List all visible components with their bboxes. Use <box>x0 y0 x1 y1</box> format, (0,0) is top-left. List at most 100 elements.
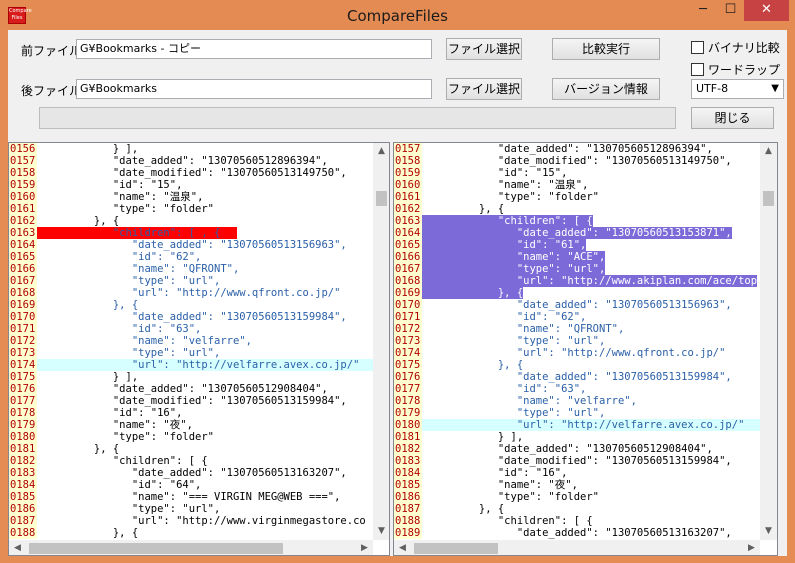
scroll-left-icon[interactable]: ◀ <box>9 540 26 555</box>
line-number: 0169 <box>394 287 422 299</box>
line-text: "id": "63", <box>422 383 587 395</box>
line-number: 0184 <box>394 467 422 479</box>
line-text: "type": "url", <box>37 503 221 515</box>
line-number: 0156 <box>9 143 37 155</box>
right-horizontal-scrollbar[interactable]: ◀ ▶ <box>394 540 760 555</box>
after-file-input[interactable]: G¥Bookmarks <box>76 79 432 99</box>
code-line: 0166 "name": "ACE", <box>394 251 760 263</box>
scroll-left-icon[interactable]: ◀ <box>394 540 411 555</box>
line-text: "name": "夜", <box>422 479 578 491</box>
right-vertical-scrollbar[interactable]: ▲ ▼ <box>760 143 777 540</box>
line-number: 0175 <box>9 371 37 383</box>
line-text: "url": "http://www.qfront.co.jp/" <box>422 347 726 359</box>
line-text: "type": "folder" <box>422 191 600 203</box>
code-line: 0164 "date_added": "13070560513153871", <box>394 227 760 239</box>
window-close-button[interactable]: ✕ <box>744 0 789 21</box>
line-text: "date_added": "13070560513156963", <box>37 239 347 251</box>
encoding-select[interactable]: UTF-8 ▼ <box>691 79 784 99</box>
left-diff-pane[interactable]: 0156 } ], 0157 "date_added": "13070560512… <box>8 142 390 556</box>
left-horizontal-scrollbar[interactable]: ◀ ▶ <box>9 540 373 555</box>
line-number: 0173 <box>9 347 37 359</box>
version-info-button[interactable]: バージョン情報 <box>552 78 660 100</box>
line-text: }, { <box>422 359 524 371</box>
line-text: "type": "folder" <box>37 431 215 443</box>
line-text: "url": "http://www.virginmegastore.co <box>37 515 366 527</box>
scroll-down-icon[interactable]: ▼ <box>373 523 389 540</box>
code-line: 0185 "name": "夜", <box>394 479 760 491</box>
line-text: "id": "62", <box>37 251 202 263</box>
code-line: 0161 "type": "folder" <box>9 203 373 215</box>
code-line: 0182 "date_added": "13070560512908404", <box>394 443 760 455</box>
line-text: }, { <box>37 527 139 539</box>
code-line: 0168 "url": "http://www.akiplan.com/ace/… <box>394 275 760 287</box>
code-line: 0163 "children": [ { <box>394 215 760 227</box>
after-file-label: 後ファイル <box>21 84 82 98</box>
right-diff-pane[interactable]: 0157 "date_added": "13070560512896394", 0… <box>393 142 778 556</box>
app-window: Compare Files CompareFiles ─ ☐ ✕ 前ファイル G… <box>0 0 795 563</box>
title-bar[interactable]: Compare Files CompareFiles ─ ☐ ✕ <box>0 0 795 30</box>
line-number: 0179 <box>9 419 37 431</box>
code-line: 0178 "id": "16", <box>9 407 373 419</box>
line-text: "name": "velfarre", <box>422 395 637 407</box>
client-area: 前ファイル G¥Bookmarks - コピー ファイル選択 後ファイル G¥B… <box>8 30 787 556</box>
line-number: 0170 <box>394 299 422 311</box>
right-vertical-scroll-thumb[interactable] <box>763 191 774 206</box>
scroll-right-icon[interactable]: ▶ <box>743 540 760 555</box>
line-number: 0174 <box>394 347 422 359</box>
line-text: "id": "62", <box>422 311 587 323</box>
line-number: 0168 <box>9 287 37 299</box>
line-text: "type": "url", <box>37 275 221 287</box>
left-horizontal-scroll-thumb[interactable] <box>29 543 283 554</box>
after-file-select-button[interactable]: ファイル選択 <box>446 78 522 100</box>
code-line: 0169 }, { <box>9 299 373 311</box>
scroll-up-icon[interactable]: ▲ <box>760 143 777 160</box>
maximize-button[interactable]: ☐ <box>717 0 744 21</box>
code-line: 0172 "name": "velfarre", <box>9 335 373 347</box>
code-line: 0187 }, { <box>394 503 760 515</box>
line-number: 0178 <box>9 407 37 419</box>
line-number: 0162 <box>394 203 422 215</box>
line-number: 0161 <box>9 203 37 215</box>
line-number: 0185 <box>394 479 422 491</box>
line-text: "type": "folder" <box>37 203 215 215</box>
line-text: }, { <box>422 287 524 299</box>
line-number: 0175 <box>394 359 422 371</box>
code-line: 0188 }, { <box>9 527 373 539</box>
code-line: 0181 } ], <box>394 431 760 443</box>
line-text: "date_added": "13070560513153871", <box>422 227 732 239</box>
scroll-right-icon[interactable]: ▶ <box>356 540 373 555</box>
line-number: 0173 <box>394 335 422 347</box>
before-file-input[interactable]: G¥Bookmarks - コピー <box>76 39 432 59</box>
line-number: 0179 <box>394 407 422 419</box>
before-file-select-button[interactable]: ファイル選択 <box>446 38 522 60</box>
line-number: 0182 <box>394 443 422 455</box>
line-text: "url": "http://velfarre.avex.co.jp/" <box>37 359 373 371</box>
code-line: 0188 "children": [ { <box>394 515 760 527</box>
right-code-lines: 0157 "date_added": "13070560512896394", 0… <box>394 143 760 539</box>
line-text: "type": "url", <box>422 407 606 419</box>
line-text: "name": "温泉", <box>422 179 589 191</box>
minimize-button[interactable]: ─ <box>689 0 717 21</box>
code-line: 0174 "url": "http://www.qfront.co.jp/" <box>394 347 760 359</box>
scroll-down-icon[interactable]: ▼ <box>760 523 777 540</box>
line-text: } ], <box>37 371 139 383</box>
code-line: 0175 }, { <box>394 359 760 371</box>
code-line: 0165 "id": "62", <box>9 251 373 263</box>
binary-compare-checkbox[interactable] <box>691 41 704 54</box>
close-button[interactable]: 閉じる <box>691 107 774 129</box>
line-text: }, { <box>37 299 139 311</box>
code-line: 0189 "date_added": "13070560513163207", <box>394 527 760 539</box>
scroll-up-icon[interactable]: ▲ <box>373 143 389 160</box>
line-number: 0180 <box>394 419 422 431</box>
code-line: 0167 "type": "url", <box>9 275 373 287</box>
compare-button[interactable]: 比較実行 <box>552 38 660 60</box>
right-horizontal-scroll-thumb[interactable] <box>414 543 498 554</box>
line-number: 0165 <box>394 239 422 251</box>
code-line: 0181 }, { <box>9 443 373 455</box>
wordwrap-checkbox[interactable] <box>691 63 704 76</box>
code-line: 0167 "type": "url", <box>394 263 760 275</box>
left-vertical-scrollbar[interactable]: ▲ ▼ <box>373 143 389 540</box>
line-number: 0187 <box>394 503 422 515</box>
line-text: "date_added": "13070560513156963", <box>422 299 732 311</box>
left-vertical-scroll-thumb[interactable] <box>376 191 387 206</box>
